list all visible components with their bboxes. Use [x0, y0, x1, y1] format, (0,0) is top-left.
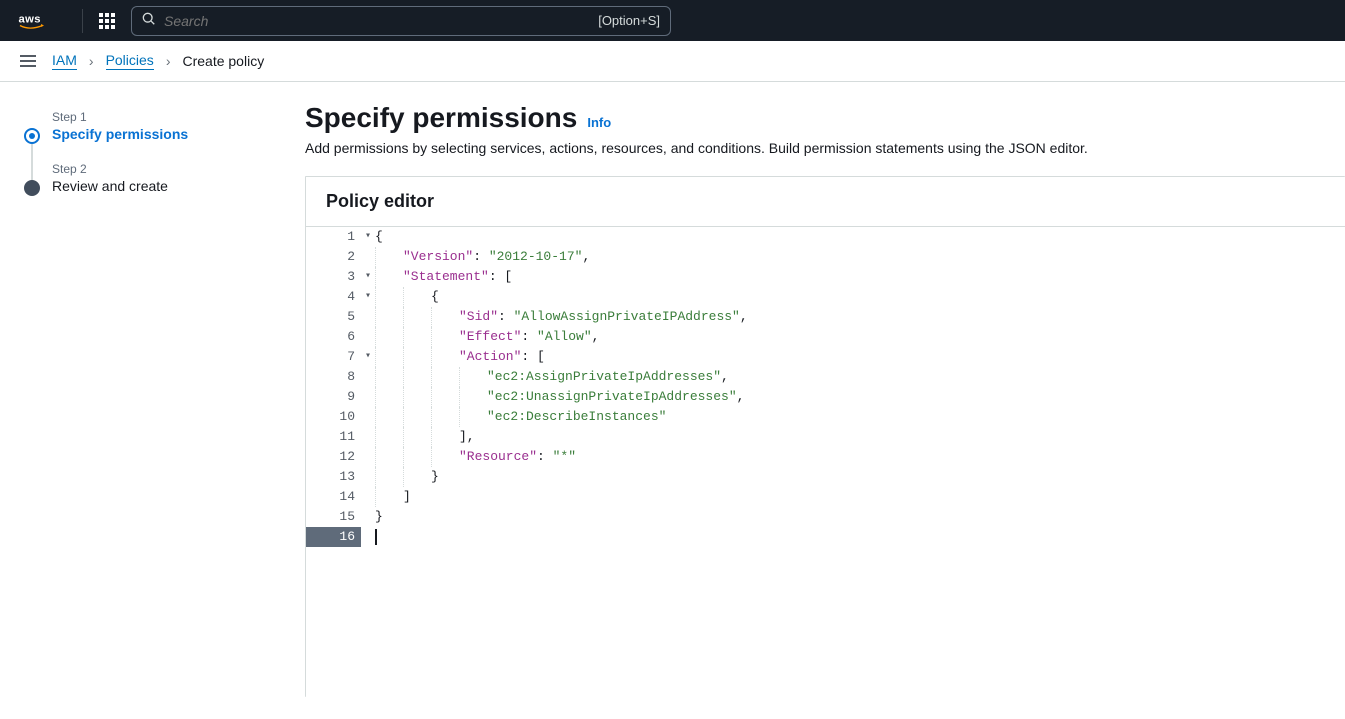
breadcrumb-iam[interactable]: IAM [52, 52, 77, 70]
line-number: 2 [306, 247, 361, 267]
editor-gutter: 12345678910111213141516 [306, 227, 361, 697]
breadcrumb-bar: IAM › Policies › Create policy [0, 41, 1345, 82]
code-line[interactable]: { [375, 287, 1345, 307]
search-shortcut: [Option+S] [598, 13, 660, 28]
policy-editor-panel: Policy editor 12345678910111213141516 {"… [305, 176, 1345, 697]
line-number: 16 [306, 527, 361, 547]
search-icon [142, 12, 156, 29]
breadcrumb-current: Create policy [182, 53, 264, 69]
chevron-right-icon: › [166, 53, 171, 69]
chevron-right-icon: › [89, 53, 94, 69]
wizard-sidebar: Step 1 Specify permissions Step 2 Review… [0, 82, 285, 697]
line-number: 11 [306, 427, 361, 447]
code-line[interactable] [375, 527, 1345, 547]
line-number: 8 [306, 367, 361, 387]
json-editor[interactable]: 12345678910111213141516 {"Version": "201… [306, 227, 1345, 697]
code-line[interactable]: "Statement": [ [375, 267, 1345, 287]
hamburger-icon[interactable] [20, 55, 36, 67]
code-line[interactable]: "Resource": "*" [375, 447, 1345, 467]
line-number: 9 [306, 387, 361, 407]
line-number: 7 [306, 347, 361, 367]
line-number: 3 [306, 267, 361, 287]
nav-divider [82, 9, 83, 33]
code-line[interactable]: "ec2:AssignPrivateIpAddresses", [375, 367, 1345, 387]
line-number: 13 [306, 467, 361, 487]
services-grid-icon[interactable] [99, 13, 115, 29]
page-title: Specify permissions [305, 102, 577, 134]
step-marker-inactive-icon [24, 180, 40, 196]
code-line[interactable]: "ec2:DescribeInstances" [375, 407, 1345, 427]
line-number: 10 [306, 407, 361, 427]
code-line[interactable]: "Effect": "Allow", [375, 327, 1345, 347]
search-bar[interactable]: [Option+S] [131, 6, 671, 36]
main-content: Step 1 Specify permissions Step 2 Review… [0, 82, 1345, 697]
editor-code[interactable]: {"Version": "2012-10-17","Statement": [{… [361, 227, 1345, 697]
code-line[interactable]: ], [375, 427, 1345, 447]
info-link[interactable]: Info [587, 115, 611, 130]
content-area: Specify permissions Info Add permissions… [285, 82, 1345, 697]
code-line[interactable]: "Action": [ [375, 347, 1345, 367]
line-number: 1 [306, 227, 361, 247]
page-description: Add permissions by selecting services, a… [305, 140, 1345, 156]
step-label: Step 2 [52, 162, 265, 176]
line-number: 12 [306, 447, 361, 467]
code-line[interactable]: } [375, 507, 1345, 527]
code-line[interactable]: "ec2:UnassignPrivateIpAddresses", [375, 387, 1345, 407]
code-line[interactable]: } [375, 467, 1345, 487]
line-number: 5 [306, 307, 361, 327]
step-label: Step 1 [52, 110, 265, 124]
code-line[interactable]: { [375, 227, 1345, 247]
step-marker-active-icon [24, 128, 40, 144]
search-input[interactable] [164, 13, 598, 29]
panel-header: Policy editor [306, 177, 1345, 227]
top-nav: aws [Option+S] [0, 0, 1345, 41]
line-number: 14 [306, 487, 361, 507]
svg-text:aws: aws [19, 13, 41, 25]
step-title: Specify permissions [52, 126, 265, 142]
code-line[interactable]: ] [375, 487, 1345, 507]
line-number: 15 [306, 507, 361, 527]
code-line[interactable]: "Version": "2012-10-17", [375, 247, 1345, 267]
wizard-step-1[interactable]: Step 1 Specify permissions [24, 110, 265, 142]
breadcrumb-policies[interactable]: Policies [106, 52, 154, 70]
breadcrumb: IAM › Policies › Create policy [52, 52, 264, 70]
step-title: Review and create [52, 178, 265, 194]
code-line[interactable]: "Sid": "AllowAssignPrivateIPAddress", [375, 307, 1345, 327]
aws-logo[interactable]: aws [16, 12, 66, 30]
wizard-step-2[interactable]: Step 2 Review and create [24, 162, 265, 194]
line-number: 4 [306, 287, 361, 307]
line-number: 6 [306, 327, 361, 347]
